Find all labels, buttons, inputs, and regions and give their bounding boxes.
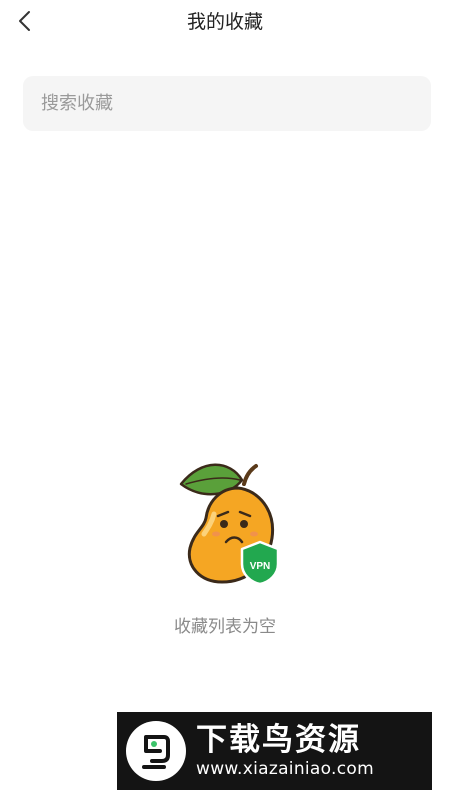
- favorites-screen: 我的收藏 VPN: [0, 0, 450, 800]
- top-bar: 我的收藏: [0, 0, 450, 44]
- sad-mango-vpn-illustration: VPN: [179, 463, 280, 586]
- watermark-title: 下载鸟资源: [196, 722, 361, 758]
- empty-message: 收藏列表为空: [174, 617, 276, 637]
- watermark-banner: 下载鸟资源 www.xiazainiao.com: [117, 712, 432, 790]
- watermark-url: www.xiazainiao.com: [196, 759, 374, 779]
- search-bar[interactable]: [23, 76, 431, 131]
- page-title: 我的收藏: [186, 11, 263, 33]
- vpn-badge: VPN: [250, 561, 271, 572]
- search-input[interactable]: [23, 76, 431, 131]
- bird-logo-icon: [126, 721, 186, 781]
